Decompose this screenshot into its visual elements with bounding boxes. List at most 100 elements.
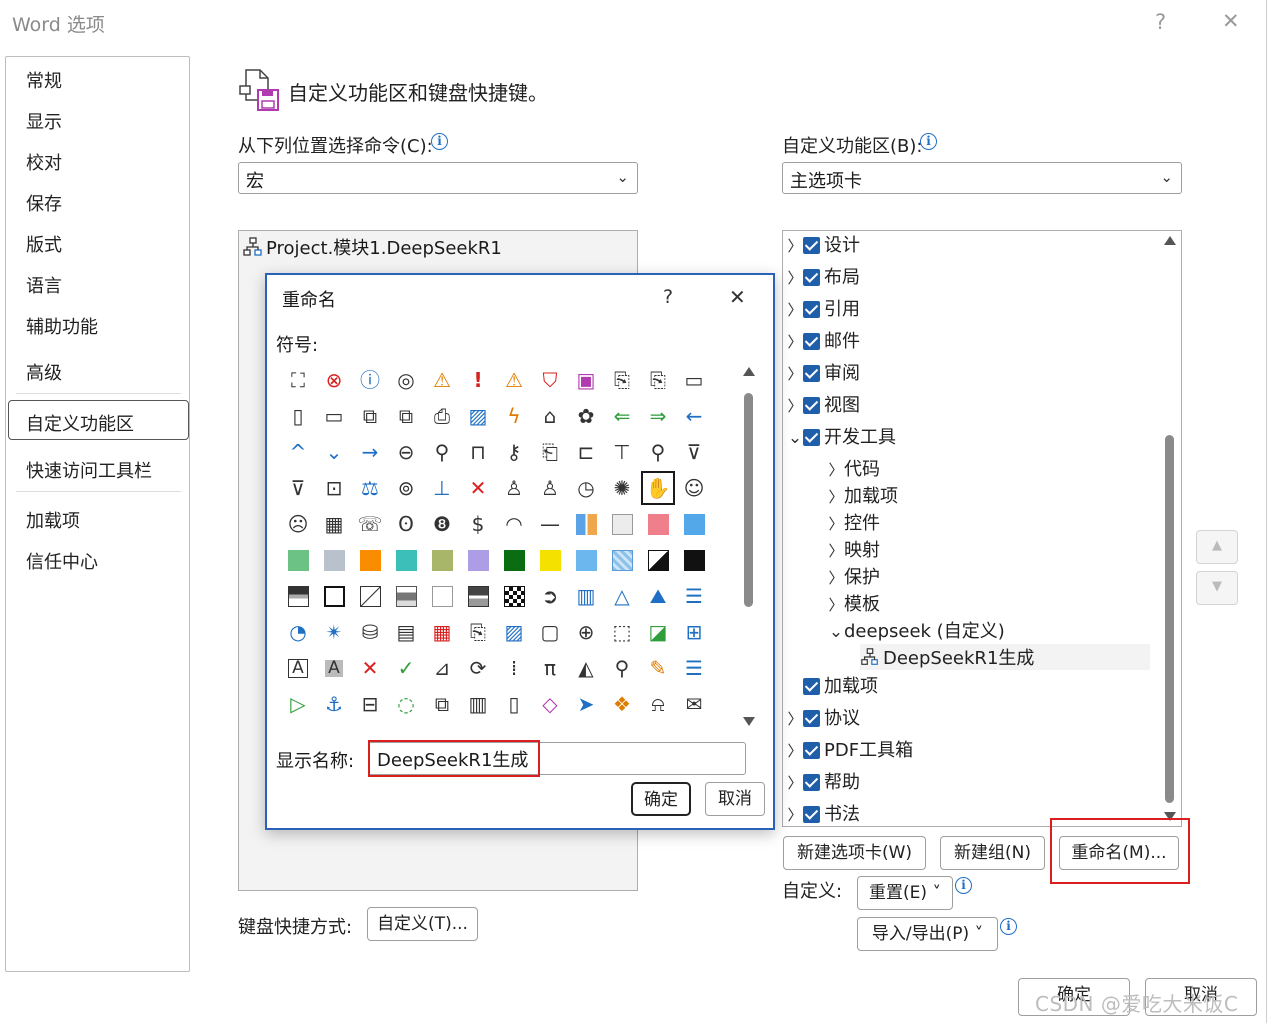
document-arrow-icon[interactable]: ⎘ — [641, 363, 675, 397]
gray-swatch-icon[interactable] — [317, 543, 351, 577]
tree-item[interactable]: 〉代码 — [828, 455, 880, 481]
blank-page-icon[interactable]: ▯ — [281, 399, 315, 433]
outline-swatch-icon[interactable] — [317, 579, 351, 613]
stacked-bars-icon[interactable]: ☰ — [677, 579, 711, 613]
help-button[interactable]: ? — [1155, 10, 1166, 34]
chevron-right-icon[interactable]: 〉 — [787, 740, 803, 761]
form-icon[interactable]: ▤ — [389, 615, 423, 649]
arrow-right-icon[interactable]: → — [353, 435, 387, 469]
symbol-scroll-thumb[interactable] — [744, 393, 753, 607]
nav-item-proofing[interactable]: 校对 — [26, 149, 62, 175]
database-icon[interactable]: ⛁ — [353, 615, 387, 649]
chevron-right-icon[interactable]: 〉 — [828, 486, 844, 507]
clock-icon[interactable]: ◷ — [569, 471, 603, 505]
chevron-right-icon[interactable]: 〉 — [828, 567, 844, 588]
warning-triangle-2-icon[interactable]: ⚠ — [497, 363, 531, 397]
dotted-circle-icon[interactable]: ◌ — [389, 687, 423, 721]
anchor-icon[interactable]: ⚓ — [317, 687, 351, 721]
printer-icon[interactable]: ⎙ — [425, 399, 459, 433]
filter-2-icon[interactable]: ⊽ — [281, 471, 315, 505]
dark-green-swatch-icon[interactable] — [497, 543, 531, 577]
cross-icon[interactable]: ✕ — [353, 651, 387, 685]
checkbox[interactable] — [803, 333, 820, 350]
ruler-icon[interactable]: ⊿ — [425, 651, 459, 685]
checkbox[interactable] — [803, 774, 820, 791]
symbol-grid[interactable]: ⛶ ⊗ ⓘ ◎ ⚠! ⚠ ⛉ ▣ ⎘ ⎘ ▭ ▯ ▭ ⧉ ⧉ ⎙ ▨ ϟ ⌂ ✿ ⇐ ⇒ ← ^ ⌄ → ⊖ ⚲ ⊓ ⚷ ⎗ ⊏ ⊤ ⚲ ⊽ ⊽ ⊡ ⚖ ⊚… — [281, 363, 713, 735]
contrast-icon[interactable]: ◪ — [641, 615, 675, 649]
tree-item[interactable]: 〉视图 — [787, 391, 860, 417]
picture-icon[interactable]: ▨ — [461, 399, 495, 433]
info-icon[interactable]: i — [920, 133, 937, 150]
tree-item[interactable]: 〉控件 — [828, 509, 880, 535]
select-area-icon[interactable]: ⬚ — [605, 615, 639, 649]
checkbox[interactable] — [803, 301, 820, 318]
area-chart-icon[interactable]: ▨ — [497, 615, 531, 649]
checkbox[interactable] — [803, 742, 820, 759]
chevron-right-icon[interactable]: 〉 — [787, 395, 803, 416]
bar-chart-icon[interactable]: ▥ — [569, 579, 603, 613]
pie-chart-icon[interactable]: ◔ — [281, 615, 315, 649]
tree-item[interactable]: 〉设计 — [787, 231, 860, 257]
new-tab-button[interactable]: 新建选项卡(W) — [783, 836, 926, 870]
checkbox[interactable] — [803, 237, 820, 254]
info-icon[interactable]: i — [1000, 918, 1017, 935]
nav-item-add-ins[interactable]: 加载项 — [26, 507, 80, 533]
arrow-left-blue-icon[interactable]: ← — [677, 399, 711, 433]
lightning-doc-icon[interactable]: ϟ — [497, 399, 531, 433]
scroll-up-icon[interactable] — [743, 367, 755, 376]
folder-send-icon[interactable]: ⧉ — [389, 399, 423, 433]
person-outline-icon[interactable]: ♙ — [533, 471, 567, 505]
lavender-swatch-icon[interactable] — [461, 543, 495, 577]
scroll-down-icon[interactable] — [743, 717, 755, 726]
nav-item-save[interactable]: 保存 — [26, 190, 62, 216]
chevron-right-icon[interactable]: 〉 — [787, 331, 803, 352]
pin-icon[interactable]: ⚲ — [425, 435, 459, 469]
nav-item-language[interactable]: 语言 — [26, 272, 62, 298]
new-group-button[interactable]: 新建组(N) — [940, 836, 1045, 870]
nav-item-quick-access-toolbar[interactable]: 快速访问工具栏 — [26, 457, 152, 483]
chevron-down-icon[interactable]: ⌄ — [787, 428, 803, 448]
dash-icon[interactable]: — — [533, 507, 567, 541]
orange-swatch-icon[interactable] — [353, 543, 387, 577]
arrow-right-green-icon[interactable]: ⇒ — [641, 399, 675, 433]
filter-icon[interactable]: ⊽ — [677, 435, 711, 469]
green-swatch-icon[interactable] — [281, 543, 315, 577]
error-circle-icon[interactable]: ⊗ — [317, 363, 351, 397]
eraser-icon[interactable]: ◇ — [533, 687, 567, 721]
org-chart-icon[interactable]: ⛶ — [281, 363, 315, 397]
copy-icon[interactable]: ⧉ — [353, 399, 387, 433]
key-icon[interactable]: ⚷ — [497, 435, 531, 469]
tree-item[interactable]: 〉模板 — [828, 590, 880, 616]
pink-swatch-icon[interactable] — [641, 507, 675, 541]
list-item[interactable]: Project.模块1.DeepSeekR1 — [266, 234, 502, 260]
document-refresh-icon[interactable]: ⎘ — [605, 363, 639, 397]
target-icon[interactable]: ◎ — [389, 363, 423, 397]
shield-icon[interactable]: ⛉ — [533, 363, 567, 397]
chevron-right-icon[interactable]: 〉 — [787, 267, 803, 288]
info-circle-icon[interactable]: ⓘ — [353, 363, 387, 397]
move-down-button[interactable]: ▼ — [1196, 571, 1238, 605]
arrow-left-green-icon[interactable]: ⇐ — [605, 399, 639, 433]
home-icon[interactable]: ⌂ — [533, 399, 567, 433]
save-disk-icon[interactable]: ▣ — [569, 363, 603, 397]
layout-tiles-icon[interactable] — [569, 507, 603, 541]
yellow-swatch-icon[interactable] — [533, 543, 567, 577]
nav-item-customize-ribbon[interactable]: 自定义功能区 — [26, 410, 134, 436]
chevron-right-icon[interactable]: 〉 — [828, 540, 844, 561]
chevron-right-icon[interactable]: 〉 — [787, 708, 803, 729]
move-up-button[interactable]: ▲ — [1196, 530, 1238, 564]
customize-shortcut-button[interactable]: 自定义(T)... — [367, 907, 478, 941]
toolbox-icon[interactable]: ⊟ — [353, 687, 387, 721]
magnifier-icon[interactable]: ⚲ — [605, 651, 639, 685]
band-swatch-icon[interactable] — [389, 579, 423, 613]
checkbox[interactable] — [803, 806, 820, 823]
tree-item[interactable]: DeepSeekR1生成 — [860, 644, 1150, 670]
choose-commands-dropdown[interactable]: 宏 ⌄ — [238, 162, 638, 194]
presentation-icon[interactable]: ⊤ — [605, 435, 639, 469]
teal-swatch-icon[interactable] — [389, 543, 423, 577]
text-gray-icon[interactable]: A — [317, 651, 351, 685]
contact-card-icon[interactable]: ⊡ — [317, 471, 351, 505]
phone-icon[interactable]: ☏ — [353, 507, 387, 541]
doc-link-icon[interactable]: ⎘ — [461, 615, 495, 649]
overlap-circles-icon[interactable]: ⊚ — [389, 471, 423, 505]
